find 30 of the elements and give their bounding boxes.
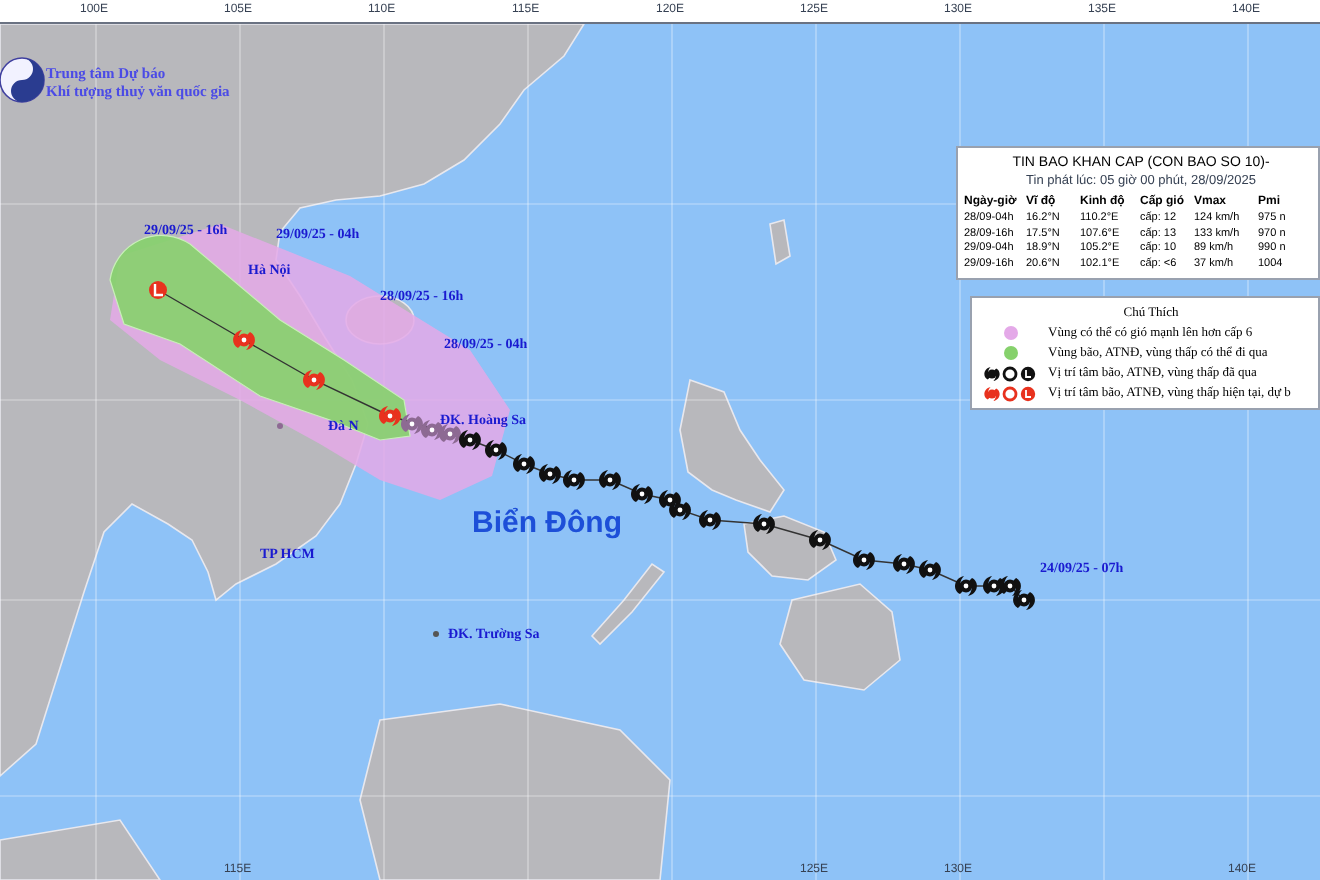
place-dot	[277, 423, 283, 429]
storm-icon	[955, 576, 977, 596]
storm-icon	[753, 514, 775, 534]
storm-icon	[893, 554, 915, 574]
low-pressure-icon	[149, 281, 167, 299]
storm-icon	[599, 470, 621, 490]
storm-icon	[809, 530, 831, 550]
sea-label: Biển Đông	[472, 504, 622, 544]
storm-icon	[459, 430, 481, 450]
storm-icon	[669, 500, 691, 520]
storm-icon	[999, 576, 1021, 596]
storm-icon	[699, 510, 721, 530]
island-shape	[590, 562, 666, 646]
storm-icon	[539, 464, 561, 484]
storm-icon	[303, 370, 325, 390]
agency-logo-icon	[0, 57, 45, 103]
storm-icon	[563, 470, 585, 490]
storm-icon	[421, 420, 443, 440]
storm-icon	[485, 440, 507, 460]
storm-icon	[401, 414, 423, 434]
storm-icon	[379, 406, 401, 426]
storm-icon	[233, 330, 255, 350]
storm-icon	[919, 560, 941, 580]
place-dot	[433, 631, 439, 637]
storm-icon	[513, 454, 535, 474]
storm-icon	[1013, 590, 1035, 610]
island-shape	[769, 219, 791, 266]
storm-icon	[631, 484, 653, 504]
storm-icon	[439, 424, 461, 444]
storm-icon	[853, 550, 875, 570]
